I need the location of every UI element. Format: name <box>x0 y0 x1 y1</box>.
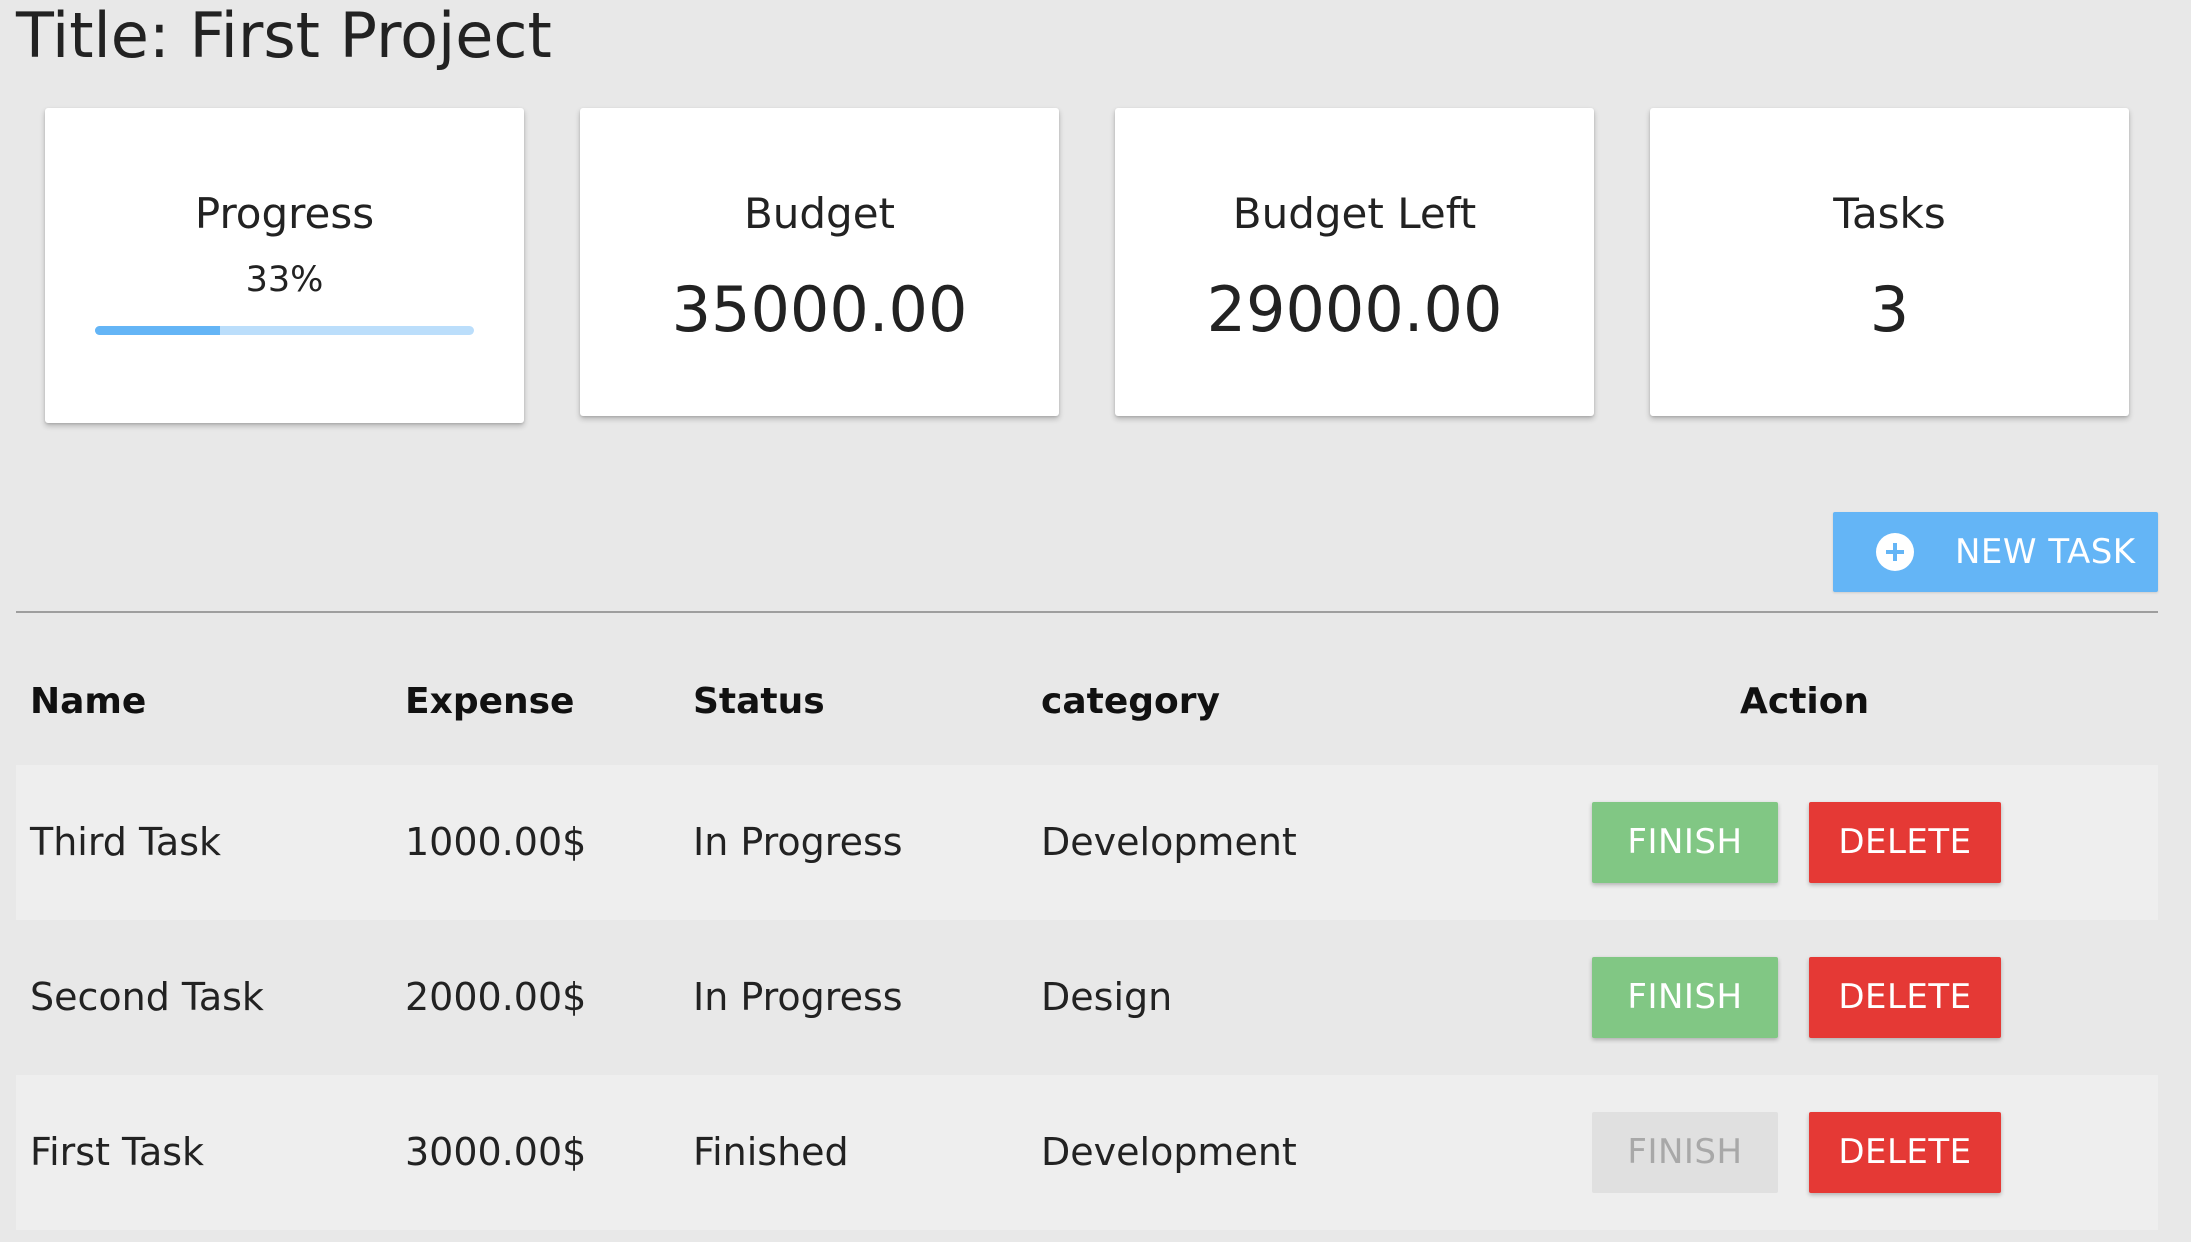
table-row: Second Task 2000.00$ In Progress Design … <box>16 920 2158 1075</box>
budget-card: Budget 35000.00 <box>580 108 1059 416</box>
task-category: Development <box>1041 820 1297 864</box>
budget-left-label: Budget Left <box>1232 189 1477 238</box>
task-status: Finished <box>693 1130 849 1174</box>
finish-button[interactable]: FINISH <box>1592 802 1778 883</box>
budget-left-card: Budget Left 29000.00 <box>1115 108 1594 416</box>
page-title: Title: First Project <box>16 0 552 72</box>
new-task-button[interactable]: NEW TASK <box>1833 512 2158 592</box>
progress-bar-fill <box>95 326 221 335</box>
header-status: Status <box>693 681 825 722</box>
tasks-count: 3 <box>1869 273 1910 346</box>
new-task-label: NEW TASK <box>1955 532 2136 572</box>
delete-button[interactable]: DELETE <box>1809 1112 2001 1193</box>
finish-button-disabled: FINISH <box>1592 1112 1778 1193</box>
task-status: In Progress <box>693 975 903 1019</box>
task-expense: 3000.00$ <box>405 1130 587 1174</box>
table-row: Third Task 1000.00$ In Progress Developm… <box>16 765 2158 920</box>
progress-bar <box>95 326 474 335</box>
task-status: In Progress <box>693 820 903 864</box>
task-expense: 1000.00$ <box>405 820 587 864</box>
tasks-label: Tasks <box>1833 189 1946 238</box>
task-expense: 2000.00$ <box>405 975 587 1019</box>
header-category: category <box>1041 681 1220 722</box>
finish-button[interactable]: FINISH <box>1592 957 1778 1038</box>
delete-button[interactable]: DELETE <box>1809 957 2001 1038</box>
budget-label: Budget <box>743 189 896 238</box>
progress-card: Progress 33% <box>45 108 524 423</box>
task-category: Design <box>1041 975 1173 1019</box>
delete-button[interactable]: DELETE <box>1809 802 2001 883</box>
task-name: Second Task <box>30 975 264 1019</box>
header-action: Action <box>1740 681 1870 722</box>
header-name: Name <box>30 681 147 722</box>
table-row: First Task 3000.00$ Finished Development… <box>16 1075 2158 1230</box>
plus-circle-icon <box>1876 533 1914 571</box>
task-name: Third Task <box>30 820 222 864</box>
task-category: Development <box>1041 1130 1297 1174</box>
budget-value: 35000.00 <box>671 273 968 346</box>
divider <box>16 611 2158 613</box>
task-name: First Task <box>30 1130 205 1174</box>
tasks-card: Tasks 3 <box>1650 108 2129 416</box>
progress-label: Progress <box>194 189 375 238</box>
header-expense: Expense <box>405 681 575 722</box>
budget-left-value: 29000.00 <box>1206 273 1503 346</box>
progress-percent: 33% <box>245 260 324 300</box>
